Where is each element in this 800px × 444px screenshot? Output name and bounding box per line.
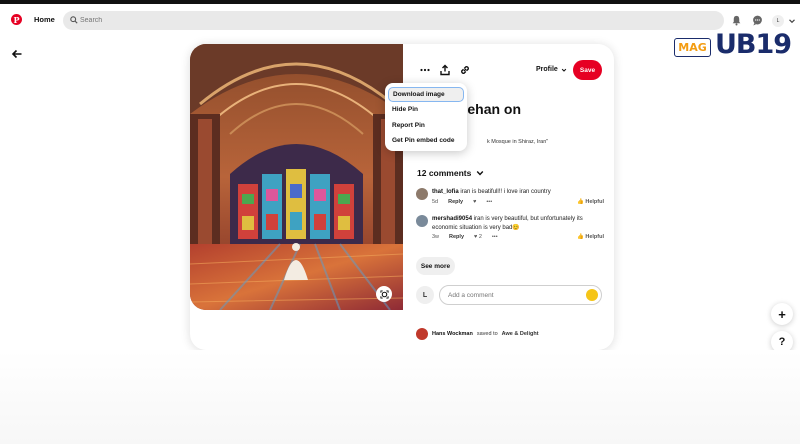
search-input[interactable] — [80, 13, 700, 28]
comment-age: 3w — [432, 234, 440, 240]
saver-name[interactable]: Hans Wockman — [432, 331, 473, 337]
more-options-menu: Download image Hide Pin Report Pin Get P… — [385, 83, 467, 151]
comments-header[interactable]: 12 comments — [417, 168, 484, 178]
profile-board-select[interactable]: Profile — [536, 66, 567, 73]
comment-age: 5d — [432, 199, 439, 205]
logo-letter: P — [13, 14, 20, 25]
home-link[interactable]: Home — [34, 15, 55, 24]
share-icon[interactable] — [439, 64, 451, 76]
helpful-label: Helpful — [585, 199, 604, 205]
menu-item-hide-pin[interactable]: Hide Pin — [388, 102, 464, 117]
board-name[interactable]: Awe & Delight — [502, 331, 539, 337]
thumbs-up-icon: 👍 — [576, 234, 584, 240]
search-icon — [70, 16, 78, 24]
comment-body: mershadi9054 iran is very beautiful, but… — [432, 215, 604, 232]
add-comment-box[interactable] — [439, 285, 602, 305]
pinterest-logo-icon[interactable]: P — [11, 14, 22, 25]
pin-image[interactable] — [190, 44, 403, 310]
comment-more-icon[interactable]: ••• — [486, 199, 492, 205]
reply-button[interactable]: Reply — [449, 234, 464, 240]
notifications-bell-icon[interactable] — [731, 15, 742, 26]
more-dots-icon[interactable] — [419, 64, 431, 76]
heart-icon[interactable]: ♥ 2 — [474, 234, 482, 240]
helpful-button[interactable]: 👍 Helpful — [577, 199, 604, 205]
heart-icon[interactable]: ♥ — [473, 199, 476, 205]
watermark-word: UB19 — [715, 29, 792, 60]
comments-count: 12 comments — [417, 168, 472, 178]
helpful-button[interactable]: 👍 Helpful — [577, 234, 604, 240]
messages-icon[interactable] — [752, 15, 763, 26]
save-button[interactable]: Save — [573, 60, 602, 80]
commenter-avatar[interactable] — [416, 188, 428, 200]
likes-count: 2 — [478, 234, 482, 240]
chevron-down-icon — [561, 68, 567, 72]
user-avatar[interactable]: L — [772, 15, 784, 27]
emoji-picker-icon[interactable] — [586, 289, 598, 301]
comment-body: that_lofia iran is beatifull!! i love ir… — [432, 188, 604, 197]
mag-badge: MAG — [674, 38, 711, 57]
commenter-name[interactable]: mershadi9054 — [432, 216, 472, 222]
menu-item-embed-code[interactable]: Get Pin embed code — [388, 133, 464, 148]
saved-to-text: saved to — [476, 331, 498, 337]
menu-item-report-pin[interactable]: Report Pin — [388, 118, 464, 133]
smile-emoji-icon: 😊 — [512, 224, 520, 231]
commenter-avatar[interactable] — [416, 215, 428, 227]
comment-text: iran is beatifull!! i love iran country — [460, 189, 551, 195]
back-arrow-icon[interactable] — [11, 48, 23, 60]
chevron-down-icon[interactable] — [788, 17, 796, 25]
pin-description: k Mosque in Shiraz, Iran" — [487, 139, 549, 145]
comment-meta: 3w Reply ♥ 2 ••• 👍 Helpful — [432, 234, 604, 240]
lens-icon — [379, 289, 389, 299]
add-comment-input[interactable] — [448, 290, 578, 301]
current-user-avatar: L — [416, 286, 434, 304]
saver-avatar[interactable] — [416, 328, 428, 340]
saved-by-line: Hans Wockman saved to Awe & Delight — [416, 328, 539, 340]
mosque-interior-illustration — [190, 44, 403, 310]
comment-meta: 5d Reply ♥ ••• 👍 Helpful — [432, 199, 604, 205]
helpful-label: Helpful — [585, 234, 604, 240]
link-icon[interactable] — [459, 64, 471, 76]
visual-search-lens-button[interactable] — [376, 286, 392, 302]
reply-button[interactable]: Reply — [448, 199, 463, 205]
commenter-name[interactable]: that_lofia — [432, 189, 459, 195]
menu-item-download-image[interactable]: Download image — [388, 87, 464, 102]
thumbs-up-icon: 👍 — [576, 199, 584, 205]
create-plus-button[interactable]: + — [771, 303, 793, 325]
watermark-logo: MAG UB19 — [674, 28, 796, 62]
profile-select-label: Profile — [536, 66, 558, 73]
comment-more-icon[interactable]: ••• — [492, 234, 498, 240]
see-more-button[interactable]: See more — [416, 257, 455, 275]
chevron-down-icon — [477, 171, 484, 176]
search-bar[interactable] — [63, 11, 724, 30]
background-feed-fade — [0, 350, 800, 444]
